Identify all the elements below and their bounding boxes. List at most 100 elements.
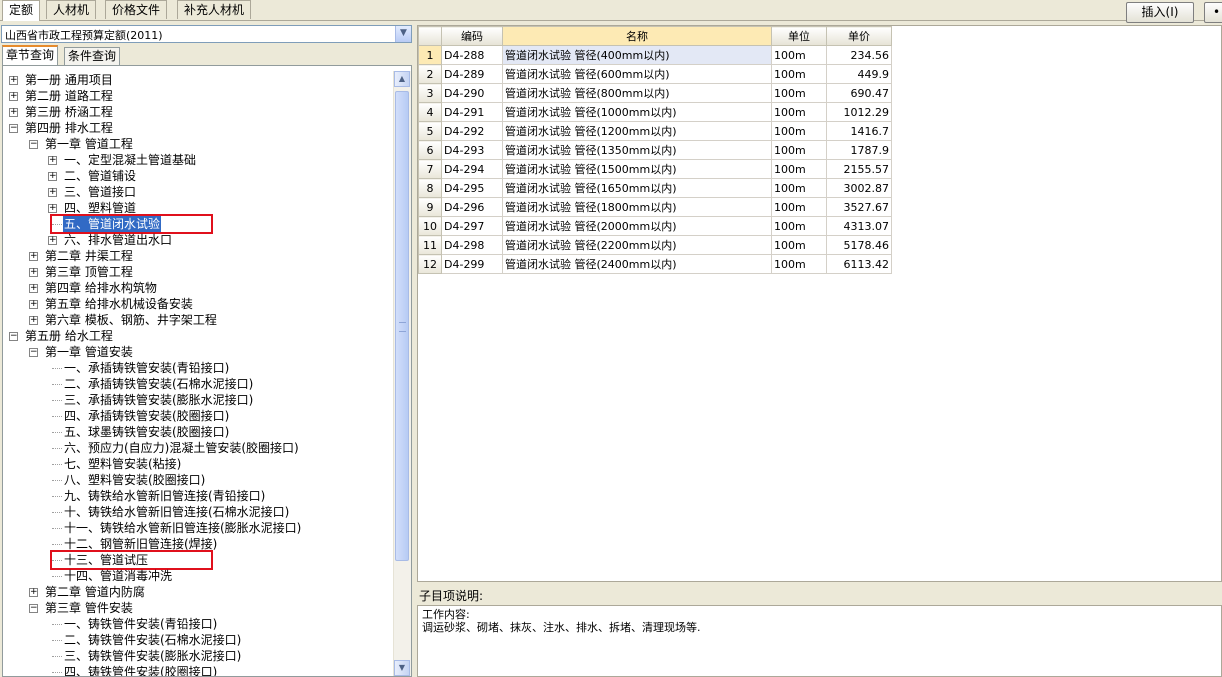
cell-code[interactable]: D4-290 [441, 83, 503, 103]
cell-name[interactable]: 管道闭水试验 管径(1200mm以内) [502, 121, 772, 141]
chevron-down-icon[interactable]: ▼ [395, 26, 411, 42]
table-row[interactable]: 6 D4-293 管道闭水试验 管径(1350mm以内) 100m 1787.9 [418, 140, 892, 160]
table-row[interactable]: 9 D4-296 管道闭水试验 管径(1800mm以内) 100m 3527.67 [418, 197, 892, 217]
tab-labor-material-machine[interactable]: 人材机 [46, 0, 97, 19]
tree-item-label[interactable]: 八、塑料管安装(胶圈接口) [63, 472, 206, 488]
tree-item-label[interactable]: 第三章 管件安装 [44, 600, 134, 616]
tree-item-label[interactable]: 一、铸铁管件安装(青铅接口) [63, 616, 218, 632]
tree-item-label[interactable]: 二、管道铺设 [63, 168, 137, 184]
row-index[interactable]: 12 [418, 254, 442, 274]
col-header-code[interactable]: 编码 [441, 26, 503, 46]
cell-code[interactable]: D4-288 [441, 45, 503, 65]
partial-button[interactable]: • [1204, 2, 1222, 23]
expand-icon[interactable]: + [48, 236, 57, 245]
expand-icon[interactable]: + [29, 268, 38, 277]
cell-name[interactable]: 管道闭水试验 管径(400mm以内) [502, 45, 772, 65]
expand-icon[interactable]: + [48, 172, 57, 181]
cell-name[interactable]: 管道闭水试验 管径(800mm以内) [502, 83, 772, 103]
cell-name[interactable]: 管道闭水试验 管径(1500mm以内) [502, 159, 772, 179]
row-index[interactable]: 6 [418, 140, 442, 160]
tree-item-label[interactable]: 二、承插铸铁管安装(石棉水泥接口) [63, 376, 254, 392]
cell-unit[interactable]: 100m [771, 64, 827, 84]
cell-unit[interactable]: 100m [771, 83, 827, 103]
cell-name[interactable]: 管道闭水试验 管径(1350mm以内) [502, 140, 772, 160]
cell-price[interactable]: 1012.29 [826, 102, 892, 122]
table-row[interactable]: 10 D4-297 管道闭水试验 管径(2000mm以内) 100m 4313.07 [418, 216, 892, 236]
tree-item-label[interactable]: 三、承插铸铁管安装(膨胀水泥接口) [63, 392, 254, 408]
library-select[interactable]: 山西省市政工程预算定额(2011) ▼ [1, 25, 412, 43]
table-row[interactable]: 4 D4-291 管道闭水试验 管径(1000mm以内) 100m 1012.29 [418, 102, 892, 122]
cell-price[interactable]: 4313.07 [826, 216, 892, 236]
expand-icon[interactable]: + [48, 156, 57, 165]
row-index[interactable]: 1 [418, 45, 442, 65]
cell-name[interactable]: 管道闭水试验 管径(2000mm以内) [502, 216, 772, 236]
table-row[interactable]: 11 D4-298 管道闭水试验 管径(2200mm以内) 100m 5178.46 [418, 235, 892, 255]
cell-unit[interactable]: 100m [771, 254, 827, 274]
expand-icon[interactable]: + [9, 108, 18, 117]
tree-item-label[interactable]: 第五章 给排水机械设备安装 [44, 296, 194, 312]
cell-price[interactable]: 5178.46 [826, 235, 892, 255]
collapse-icon[interactable]: − [29, 604, 38, 613]
collapse-icon[interactable]: − [9, 332, 18, 341]
table-row[interactable]: 5 D4-292 管道闭水试验 管径(1200mm以内) 100m 1416.7 [418, 121, 892, 141]
row-index[interactable]: 4 [418, 102, 442, 122]
row-index[interactable]: 10 [418, 216, 442, 236]
collapse-icon[interactable]: − [9, 124, 18, 133]
expand-icon[interactable]: + [29, 252, 38, 261]
expand-icon[interactable]: + [29, 300, 38, 309]
expand-icon[interactable]: + [9, 92, 18, 101]
cell-price[interactable]: 1787.9 [826, 140, 892, 160]
expand-icon[interactable]: + [9, 76, 18, 85]
cell-name[interactable]: 管道闭水试验 管径(1000mm以内) [502, 102, 772, 122]
expand-icon[interactable]: + [29, 588, 38, 597]
row-index[interactable]: 8 [418, 178, 442, 198]
cell-unit[interactable]: 100m [771, 140, 827, 160]
insert-button[interactable]: 插入(I) [1126, 2, 1194, 23]
tree-item-label[interactable]: 四、承插铸铁管安装(胶圈接口) [63, 408, 230, 424]
tree-item-label[interactable]: 一、定型混凝土管道基础 [63, 152, 197, 168]
row-index[interactable]: 9 [418, 197, 442, 217]
tree-item-label[interactable]: 第四册 排水工程 [24, 120, 114, 136]
tree-item-label[interactable]: 第五册 给水工程 [24, 328, 114, 344]
table-row[interactable]: 1 D4-288 管道闭水试验 管径(400mm以内) 100m 234.56 [418, 45, 892, 65]
cell-unit[interactable]: 100m [771, 45, 827, 65]
tree-item-label[interactable]: 第一册 通用项目 [24, 72, 114, 88]
tree-item-label[interactable]: 第一章 管道工程 [44, 136, 134, 152]
cell-name[interactable]: 管道闭水试验 管径(2400mm以内) [502, 254, 772, 274]
tree-item-label[interactable]: 第六章 模板、钢筋、井字架工程 [44, 312, 218, 328]
cell-name[interactable]: 管道闭水试验 管径(1800mm以内) [502, 197, 772, 217]
cell-name[interactable]: 管道闭水试验 管径(600mm以内) [502, 64, 772, 84]
cell-unit[interactable]: 100m [771, 178, 827, 198]
tree-item-label[interactable]: 第四章 给排水构筑物 [44, 280, 158, 296]
cell-name[interactable]: 管道闭水试验 管径(1650mm以内) [502, 178, 772, 198]
expand-icon[interactable]: + [29, 284, 38, 293]
cell-price[interactable]: 690.47 [826, 83, 892, 103]
expand-icon[interactable]: + [48, 188, 57, 197]
collapse-icon[interactable]: − [29, 140, 38, 149]
tree-item-label[interactable]: 第三章 顶管工程 [44, 264, 134, 280]
cell-unit[interactable]: 100m [771, 197, 827, 217]
cell-price[interactable]: 449.9 [826, 64, 892, 84]
tab-price-file[interactable]: 价格文件 [105, 0, 168, 19]
cell-code[interactable]: D4-292 [441, 121, 503, 141]
tree-item-label[interactable]: 六、排水管道出水口 [63, 232, 173, 248]
cell-name[interactable]: 管道闭水试验 管径(2200mm以内) [502, 235, 772, 255]
tab-supplement-material[interactable]: 补充人材机 [177, 0, 252, 19]
tree-item-label[interactable]: 第一章 管道安装 [44, 344, 134, 360]
scroll-down-icon[interactable]: ▼ [394, 660, 410, 676]
scroll-thumb[interactable] [395, 91, 409, 561]
row-index[interactable]: 11 [418, 235, 442, 255]
col-header-unit[interactable]: 单位 [771, 26, 827, 46]
cell-code[interactable]: D4-298 [441, 235, 503, 255]
tree-item-label[interactable]: 三、铸铁管件安装(膨胀水泥接口) [63, 648, 242, 664]
tree-item-label[interactable]: 第二章 井渠工程 [44, 248, 134, 264]
tree-item-label[interactable]: 九、铸铁给水管新旧管连接(青铅接口) [63, 488, 266, 504]
tree-item-label[interactable]: 第二章 管道内防腐 [44, 584, 146, 600]
cell-price[interactable]: 3002.87 [826, 178, 892, 198]
tree-item-label[interactable]: 六、预应力(自应力)混凝土管安装(胶圈接口) [63, 440, 300, 456]
tab-chapter-query[interactable]: 章节查询 [2, 45, 59, 66]
cell-code[interactable]: D4-294 [441, 159, 503, 179]
col-header-price[interactable]: 单价 [826, 26, 892, 46]
scroll-up-icon[interactable]: ▲ [394, 71, 410, 87]
cell-price[interactable]: 1416.7 [826, 121, 892, 141]
